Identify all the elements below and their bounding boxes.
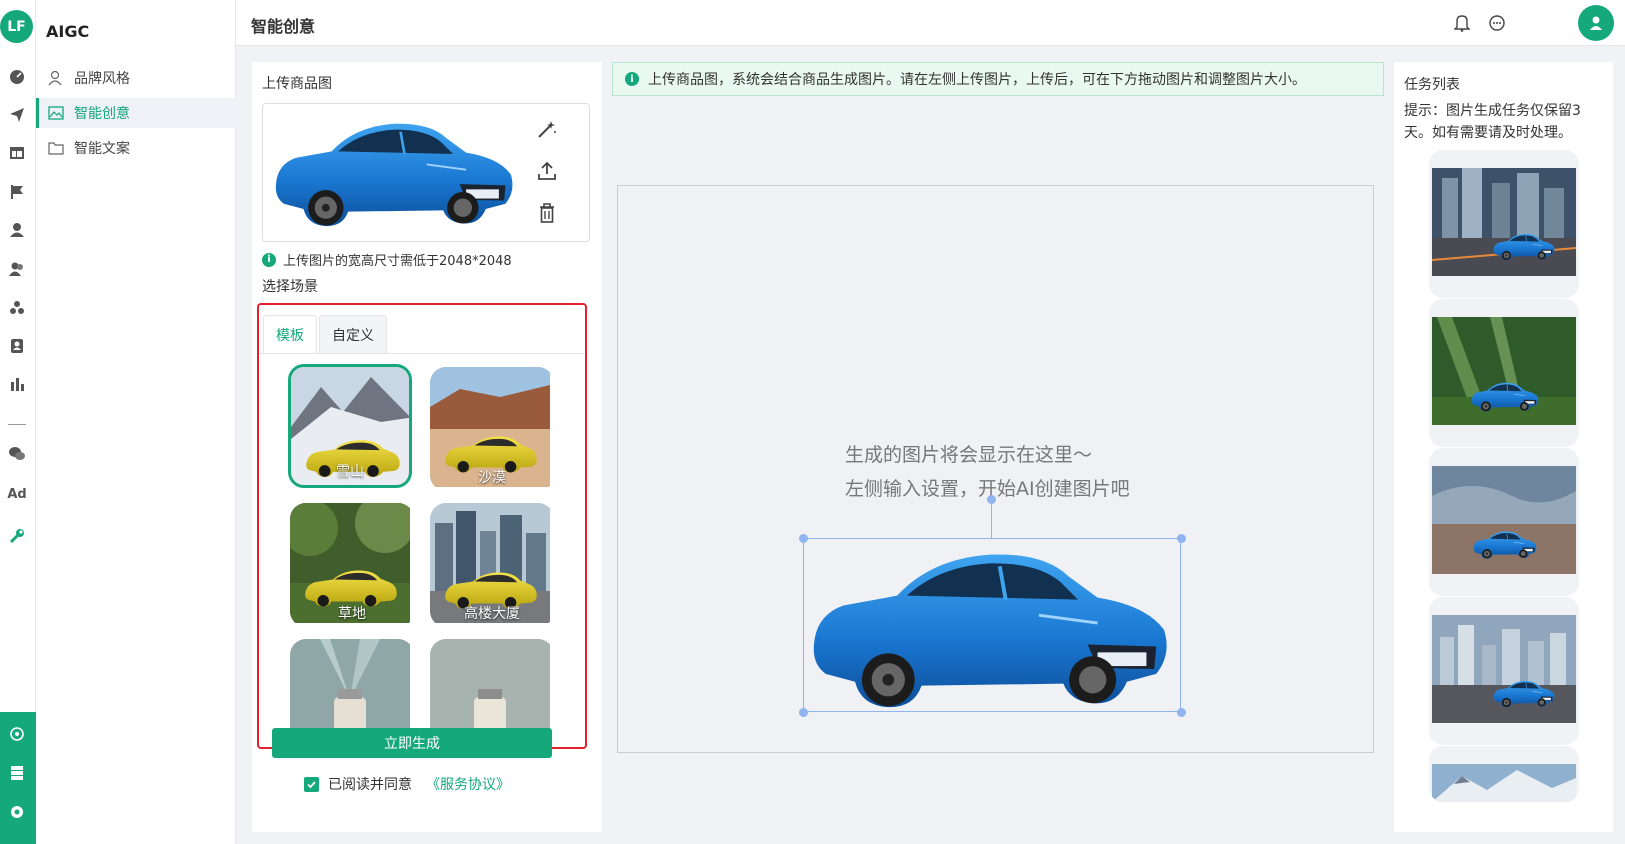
menu-item-smart-creative[interactable]: 智能创意 [36, 98, 236, 128]
rotate-handle[interactable] [987, 495, 996, 504]
info-icon: i [625, 72, 639, 86]
image-icon [48, 105, 64, 121]
task-list-title: 任务列表 [1404, 77, 1460, 93]
task-list-tip: 提示：图片生成任务仅保留3天。如有需要请及时处理。 [1404, 103, 1581, 141]
brand-style-icon [48, 70, 64, 86]
task-thumbnail[interactable] [1429, 150, 1579, 298]
draggable-product-image[interactable] [803, 538, 1181, 712]
ad-icon-text: Ad [7, 486, 27, 502]
contact-icon[interactable] [8, 337, 26, 355]
secondary-menu: AIGC 品牌风格 智能创意 智能文案 [36, 0, 236, 844]
generate-button[interactable]: 立即生成 [272, 728, 552, 758]
notice-text: 上传商品图，系统会结合商品生成图片。请在左侧上传图片，上传后，可在下方拖动图片和… [648, 72, 1306, 88]
top-header: 智能创意 [236, 0, 1625, 46]
agree-text: 已阅读并同意 [328, 777, 412, 793]
layout-icon[interactable] [8, 144, 26, 162]
canvas-car-image [800, 537, 1180, 713]
ai-icon[interactable] [8, 725, 26, 743]
trash-icon[interactable] [535, 201, 559, 225]
folder-icon [48, 140, 64, 156]
dashboard-icon[interactable] [8, 68, 26, 86]
message-icon[interactable] [1487, 13, 1507, 33]
template-snow-mountain[interactable]: 雪山 [288, 364, 412, 488]
service-agreement-link[interactable]: 《服务协议》 [426, 774, 510, 794]
tab-custom[interactable]: 自定义 [319, 315, 387, 353]
send-icon[interactable] [8, 106, 26, 124]
bell-icon[interactable] [1452, 13, 1472, 33]
avatar[interactable] [1578, 5, 1614, 41]
menu-item-label: 智能文案 [74, 141, 130, 157]
size-hint: i 上传图片的宽高尺寸需低于2048*2048 [262, 250, 512, 269]
user-icon[interactable] [8, 221, 26, 239]
menu-item-smart-copy[interactable]: 智能文案 [36, 133, 236, 163]
template-skyscrapers[interactable]: 高楼大厦 [430, 503, 554, 627]
tab-divider [259, 353, 585, 354]
size-hint-text: 上传图片的宽高尺寸需低于2048*2048 [283, 254, 512, 269]
product-image-upload[interactable] [262, 103, 590, 242]
upload-notice: i 上传商品图，系统会结合商品生成图片。请在左侧上传图片，上传后，可在下方拖动图… [612, 62, 1384, 96]
page-title: 智能创意 [251, 17, 316, 36]
group-icon[interactable] [8, 299, 26, 317]
task-thumbnail[interactable] [1429, 597, 1579, 745]
tab-label: 自定义 [332, 327, 374, 344]
menu-item-label: 智能创意 [74, 106, 130, 122]
template-desert[interactable]: 沙漠 [430, 367, 554, 491]
rail-bottom-panel [0, 712, 36, 844]
settings-panel: 上传商品图 i 上传图片的宽高尺寸需低于2048*2048 选择场景 模板 自定… [252, 62, 602, 832]
rail-divider [8, 424, 26, 425]
info-icon: i [262, 252, 276, 267]
agreement: 已阅读并同意 《服务协议》 [304, 774, 510, 794]
city-night-image [1432, 168, 1576, 276]
desert-dusk-image [1432, 466, 1576, 574]
task-thumbnail[interactable] [1429, 746, 1579, 802]
flag-icon[interactable] [8, 183, 26, 201]
template-label: 高楼大厦 [464, 606, 520, 622]
app-logo[interactable]: LF [0, 10, 33, 43]
wrench-icon[interactable] [8, 527, 26, 545]
upload-icon[interactable] [535, 159, 559, 183]
task-list-panel: 任务列表 提示：图片生成任务仅保留3天。如有需要请及时处理。 [1394, 62, 1613, 832]
server-icon[interactable] [8, 764, 26, 782]
resize-handle-tr[interactable] [1177, 534, 1186, 543]
rotate-handle-line [991, 499, 992, 538]
city-skyline-image [1432, 615, 1576, 723]
settings-icon[interactable] [8, 803, 26, 821]
wechat-icon[interactable] [8, 445, 26, 463]
ad-icon[interactable]: Ad [7, 485, 27, 503]
scene-selector: 模板 自定义 雪山 沙漠 草地 高楼大厦 [257, 303, 587, 749]
agree-checkbox[interactable] [304, 776, 319, 792]
task-thumbnail[interactable] [1429, 299, 1579, 447]
template-label: 雪山 [336, 464, 364, 480]
snow-mountain-thumb-image [1432, 764, 1576, 802]
task-thumbnail[interactable] [1429, 448, 1579, 596]
resize-handle-br[interactable] [1177, 708, 1186, 717]
magic-wand-icon[interactable] [535, 117, 559, 141]
template-label: 沙漠 [478, 470, 506, 486]
tab-template[interactable]: 模板 [263, 315, 317, 353]
app-name: AIGC [46, 22, 90, 41]
resize-handle-bl[interactable] [799, 708, 808, 717]
template-grass[interactable]: 草地 [290, 503, 414, 627]
forest-image [1432, 317, 1576, 425]
scene-label: 选择场景 [262, 279, 318, 295]
menu-item-brand-style[interactable]: 品牌风格 [36, 63, 236, 93]
template-label: 草地 [338, 606, 366, 622]
tab-label: 模板 [276, 327, 304, 344]
icon-rail: LF Ad [0, 0, 36, 844]
upload-label: 上传商品图 [262, 76, 332, 92]
users-icon[interactable] [8, 260, 26, 278]
avatar-icon [1590, 16, 1602, 30]
bar-chart-icon[interactable] [8, 375, 26, 393]
logo-text: LF [7, 18, 26, 35]
product-car-image [269, 112, 519, 230]
placeholder-line-1: 生成的图片将会显示在这里～ [845, 444, 1093, 466]
resize-handle-tl[interactable] [799, 534, 808, 543]
menu-item-label: 品牌风格 [74, 71, 130, 87]
